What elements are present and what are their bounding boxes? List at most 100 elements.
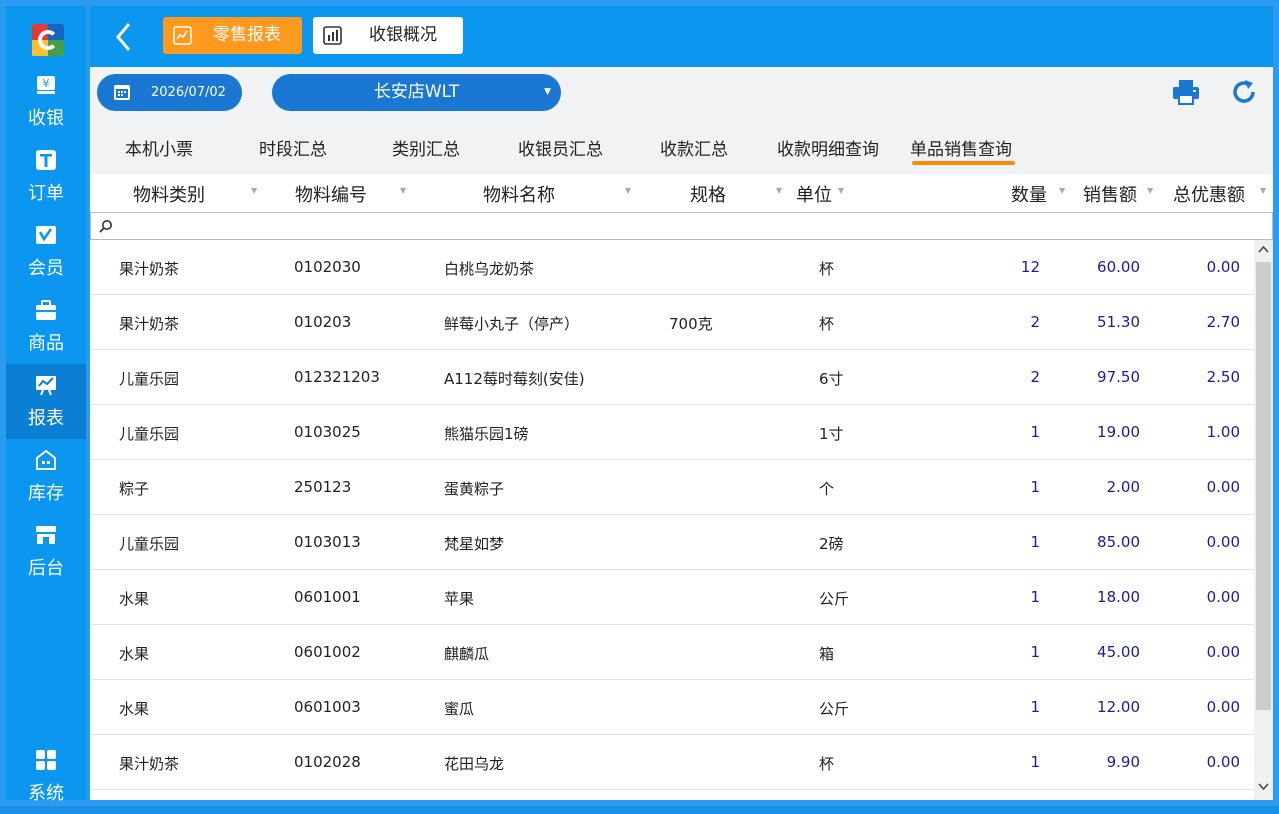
column-header-name[interactable]: 物料名称 (483, 181, 555, 207)
tab-retail-report[interactable]: 零售报表 (163, 17, 302, 54)
subtab-category-summary[interactable]: 类别汇总 (392, 135, 460, 160)
cell-discount: 2.50 (1206, 368, 1240, 386)
vertical-scrollbar[interactable] (1254, 240, 1273, 800)
subtab-item-sales[interactable]: 单品销售查询 (910, 135, 1012, 160)
chevron-down-icon[interactable] (1258, 781, 1269, 792)
svg-text:¥: ¥ (43, 77, 50, 90)
cell-unit: 箱 (819, 645, 835, 663)
cell-code: 010203 (294, 313, 352, 331)
app-logo (32, 24, 64, 56)
date-picker[interactable]: 2026/07/02 (97, 74, 242, 111)
cell-name: 苹果 (444, 590, 475, 608)
table-row[interactable]: 水果 0601002 麒麟瓜 箱 1 45.00 0.00 (90, 625, 1254, 680)
sidebar-item-member[interactable]: 会员 (6, 214, 86, 289)
sort-icon[interactable]: ▼ (1059, 186, 1065, 195)
column-header-unit[interactable]: 单位 (796, 181, 832, 207)
chevron-up-icon[interactable] (1258, 244, 1269, 255)
calendar-icon (114, 85, 130, 100)
sidebar-item-backend[interactable]: 后台 (6, 514, 86, 589)
table-row[interactable]: 儿童乐园 0103013 梵星如梦 2磅 1 85.00 0.00 (90, 515, 1254, 570)
cell-qty: 1 (1030, 588, 1040, 606)
sidebar-item-label: 会员 (28, 258, 64, 279)
store-value: 长安店WLT (373, 82, 460, 102)
sidebar-item-cashier[interactable]: ¥ 收银 (6, 64, 86, 139)
cell-unit: 1寸 (819, 425, 844, 443)
filter-bar: 2026/07/02 长安店WLT ▼ (90, 67, 1273, 117)
cell-discount: 2.70 (1206, 313, 1240, 331)
sort-icon[interactable]: ▼ (251, 186, 257, 195)
refresh-icon[interactable] (1230, 78, 1258, 106)
sort-icon[interactable]: ▼ (625, 186, 631, 195)
sidebar-item-label: 库存 (28, 483, 64, 504)
column-header-discount[interactable]: 总优惠额 (1173, 181, 1245, 207)
cell-sales: 51.30 (1097, 313, 1140, 331)
cell-code: 012321203 (294, 368, 380, 386)
column-header-code[interactable]: 物料编号 (295, 181, 367, 207)
cell-qty: 1 (1030, 753, 1040, 771)
table-row[interactable]: 水果 0601001 苹果 公斤 1 18.00 0.00 (90, 570, 1254, 625)
column-header-category[interactable]: 物料类别 (133, 181, 205, 207)
cell-discount: 1.00 (1206, 423, 1240, 441)
member-icon (36, 226, 56, 244)
table-row[interactable]: 果汁奶茶 0102028 花田乌龙 杯 1 9.90 0.00 (90, 735, 1254, 790)
cell-sales: 12.00 (1097, 698, 1140, 716)
cell-code: 0103013 (294, 533, 361, 551)
cell-discount: 0.00 (1206, 698, 1240, 716)
subtab-local-receipt[interactable]: 本机小票 (125, 135, 193, 160)
sort-icon[interactable]: ▼ (1147, 186, 1153, 195)
order-icon (36, 150, 56, 170)
sidebar-item-system[interactable]: 系统 (6, 739, 86, 814)
sort-icon[interactable]: ▼ (776, 186, 782, 195)
print-icon[interactable] (1172, 78, 1200, 106)
sort-icon[interactable]: ▼ (838, 186, 844, 195)
column-header-spec[interactable]: 规格 (690, 181, 726, 207)
store-select[interactable]: 长安店WLT ▼ (272, 74, 561, 111)
sidebar-item-report[interactable]: 报表 (6, 364, 86, 439)
table-row[interactable]: 粽子 250123 蛋黄粽子 个 1 2.00 0.00 (90, 460, 1254, 515)
cell-name: 蜜瓜 (444, 700, 475, 718)
table-row[interactable]: 儿童乐园 012321203 A112莓时莓刻(安佳) 6寸 2 97.50 2.50 (90, 350, 1254, 405)
cell-category: 果汁奶茶 (119, 315, 180, 333)
cell-name: 蛋黄粽子 (444, 480, 505, 498)
store-icon (36, 526, 56, 544)
cell-unit: 2磅 (819, 535, 844, 553)
subtab-period-summary[interactable]: 时段汇总 (259, 135, 327, 160)
sidebar-item-label: 后台 (28, 558, 64, 579)
cell-sales: 19.00 (1097, 423, 1140, 441)
table-row[interactable]: 果汁奶茶 010203 鲜莓小丸子（停产） 700克 杯 2 51.30 2.70 (90, 295, 1254, 350)
sidebar-item-label: 报表 (28, 408, 64, 429)
scrollbar-thumb[interactable] (1256, 262, 1271, 710)
cell-code: 0601001 (294, 588, 361, 606)
subtab-payment-summary[interactable]: 收款汇总 (660, 135, 728, 160)
back-arrow-icon[interactable] (112, 20, 136, 54)
sort-icon[interactable]: ▼ (1260, 186, 1266, 195)
cell-qty: 1 (1030, 478, 1040, 496)
sidebar-item-goods[interactable]: 商品 (6, 289, 86, 364)
cell-name: 熊猫乐园1磅 (444, 425, 529, 443)
sidebar-item-order[interactable]: 订单 (6, 139, 86, 214)
subtab-cashier-summary[interactable]: 收银员汇总 (518, 135, 603, 160)
sort-icon[interactable]: ▼ (400, 186, 406, 195)
table-filter-row[interactable] (90, 212, 1273, 240)
app-window: ¥ 收银 订单 会员 商品 报表 库存 后台 系统 零售报表 收银概况 2026… (0, 0, 1279, 806)
chart-doc-icon (323, 26, 342, 45)
report-subtabs: 本机小票 时段汇总 类别汇总 收银员汇总 收款汇总 收款明细查询 单品销售查询 (90, 117, 1273, 174)
table-row[interactable]: 水果 0601003 蜜瓜 公斤 1 12.00 0.00 (90, 680, 1254, 735)
tab-cash-overview[interactable]: 收银概况 (313, 17, 463, 54)
cell-code: 0103025 (294, 423, 361, 441)
subtab-payment-detail[interactable]: 收款明细查询 (777, 135, 879, 160)
active-tab-indicator (912, 161, 1015, 165)
cell-discount: 0.00 (1206, 753, 1240, 771)
sidebar-item-warehouse[interactable]: 库存 (6, 439, 86, 514)
cell-unit: 公斤 (819, 700, 850, 718)
main-panel: 零售报表 收银概况 2026/07/02 长安店WLT ▼ 本机小票 时段汇总 … (90, 6, 1273, 800)
search-icon (99, 220, 112, 233)
cell-sales: 9.90 (1106, 753, 1140, 771)
column-header-qty[interactable]: 数量 (1011, 181, 1047, 207)
table-row[interactable]: 儿童乐园 0103025 熊猫乐园1磅 1寸 1 19.00 1.00 (90, 405, 1254, 460)
cell-qty: 12 (1020, 258, 1040, 276)
column-header-sales[interactable]: 销售额 (1083, 181, 1137, 207)
cell-discount: 0.00 (1206, 533, 1240, 551)
goods-icon (36, 300, 56, 320)
table-row[interactable]: 果汁奶茶 0102030 白桃乌龙奶茶 杯 12 60.00 0.00 (90, 240, 1254, 295)
